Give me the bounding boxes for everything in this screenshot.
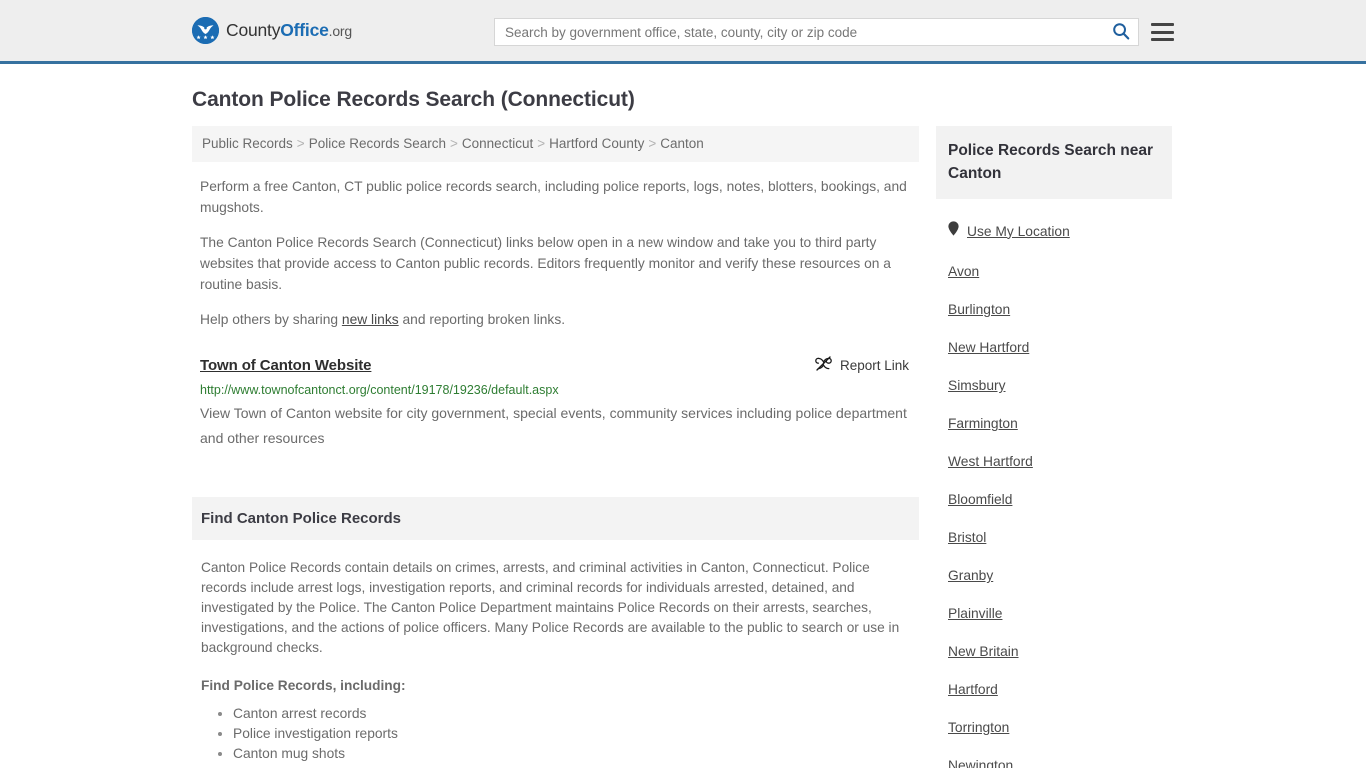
sidebar: Police Records Search near Canton Use My… (936, 126, 1172, 768)
brand-wordmark: CountyOffice.org (226, 20, 352, 41)
find-records-subheading: Find Police Records, including: (201, 678, 406, 693)
use-my-location-link[interactable]: Use My Location (967, 224, 1070, 239)
resource-url: http://www.townofcantonct.org/content/19… (200, 383, 559, 397)
list-item: Canton arrest records (233, 704, 910, 724)
breadcrumb-item-connecticut[interactable]: Connecticut (462, 136, 533, 151)
list-item: Booking reports (233, 764, 910, 768)
broken-link-icon (815, 355, 832, 375)
breadcrumb-separator: > (296, 136, 305, 151)
sidebar-links: Use My Location Avon Burlington New Hart… (936, 221, 1172, 768)
find-records-section-body: Canton Police Records contain details on… (192, 558, 919, 768)
breadcrumb-item-hartford-county[interactable]: Hartford County (549, 136, 644, 151)
search-bar[interactable] (494, 18, 1139, 46)
sidebar-heading: Police Records Search near Canton (948, 142, 1154, 182)
list-item: Police investigation reports (233, 724, 910, 744)
brand-part-office: Office (280, 20, 329, 40)
brand-part-org: .org (328, 23, 353, 39)
breadcrumb-item-public-records[interactable]: Public Records (202, 136, 293, 151)
hamburger-menu-icon[interactable] (1151, 21, 1174, 43)
sidebar-item-newington[interactable]: Newington (948, 758, 1160, 768)
breadcrumb-separator: > (648, 136, 657, 151)
site-logo[interactable]: CountyOffice.org (192, 17, 352, 44)
sidebar-item-torrington[interactable]: Torrington (948, 720, 1160, 735)
main-column: Public Records > Police Records Search > Con… (192, 126, 919, 768)
find-records-paragraph: Canton Police Records contain details on… (201, 560, 900, 655)
sidebar-item-new-hartford[interactable]: New Hartford (948, 340, 1160, 355)
sidebar-item-bloomfield[interactable]: Bloomfield (948, 492, 1160, 507)
search-icon (1112, 22, 1130, 43)
use-my-location-row[interactable]: Use My Location (948, 221, 1160, 241)
page-body: Canton Police Records Search (Connecticu… (0, 64, 1366, 768)
share-text-after: and reporting broken links. (398, 312, 566, 327)
police-records-list: Canton arrest records Police investigati… (201, 704, 910, 768)
hamburger-bar-3 (1151, 38, 1174, 41)
sidebar-item-granby[interactable]: Granby (948, 568, 1160, 583)
sidebar-item-new-britain[interactable]: New Britain (948, 644, 1160, 659)
content-columns: Public Records > Police Records Search > Con… (0, 112, 1366, 768)
sidebar-item-burlington[interactable]: Burlington (948, 302, 1160, 317)
search-input[interactable] (495, 19, 1104, 45)
search-button[interactable] (1104, 19, 1138, 45)
sidebar-item-bristol[interactable]: Bristol (948, 530, 1160, 545)
sidebar-item-west-hartford[interactable]: West Hartford (948, 454, 1160, 469)
resource-title-link[interactable]: Town of Canton Website (200, 357, 372, 374)
report-link-button[interactable]: Report Link (815, 355, 911, 375)
report-link-label: Report Link (839, 357, 909, 373)
breadcrumb-separator: > (537, 136, 546, 151)
sidebar-item-hartford[interactable]: Hartford (948, 682, 1160, 697)
hamburger-bar-2 (1151, 30, 1174, 34)
hamburger-bar-1 (1151, 23, 1174, 26)
intro-paragraph-2: The Canton Police Records Search (Connec… (200, 235, 891, 292)
intro-paragraph-3: Help others by sharing new links and rep… (192, 309, 919, 330)
breadcrumb: Public Records > Police Records Search > Con… (192, 126, 919, 162)
map-pin-icon (948, 221, 959, 241)
site-header: CountyOffice.org (0, 0, 1366, 64)
sidebar-header: Police Records Search near Canton (936, 126, 1172, 199)
intro-paragraph-1: Perform a free Canton, CT public police … (200, 179, 907, 215)
breadcrumb-item-police-records-search[interactable]: Police Records Search (309, 136, 446, 151)
sidebar-item-plainville[interactable]: Plainville (948, 606, 1160, 621)
sidebar-item-farmington[interactable]: Farmington (948, 416, 1160, 431)
list-item: Canton mug shots (233, 744, 910, 764)
brand-part-county: County (226, 20, 281, 40)
resource-description: View Town of Canton website for city gov… (200, 405, 907, 446)
sidebar-item-simsbury[interactable]: Simsbury (948, 378, 1160, 393)
resource-listing: Town of Canton Website Report Link http:… (192, 355, 919, 451)
breadcrumb-separator: > (450, 136, 458, 151)
page-title: Canton Police Records Search (Connecticu… (192, 88, 635, 111)
resource-header-row: Town of Canton Website Report Link (200, 355, 911, 375)
find-records-section-header: Find Canton Police Records (192, 497, 919, 540)
share-text-before: Help others by sharing (200, 312, 342, 327)
breadcrumb-item-canton[interactable]: Canton (660, 136, 704, 151)
new-links-link[interactable]: new links (342, 312, 399, 327)
find-records-heading: Find Canton Police Records (201, 510, 402, 527)
sidebar-item-avon[interactable]: Avon (948, 264, 1160, 279)
eagle-stars-logo-icon (192, 17, 219, 44)
